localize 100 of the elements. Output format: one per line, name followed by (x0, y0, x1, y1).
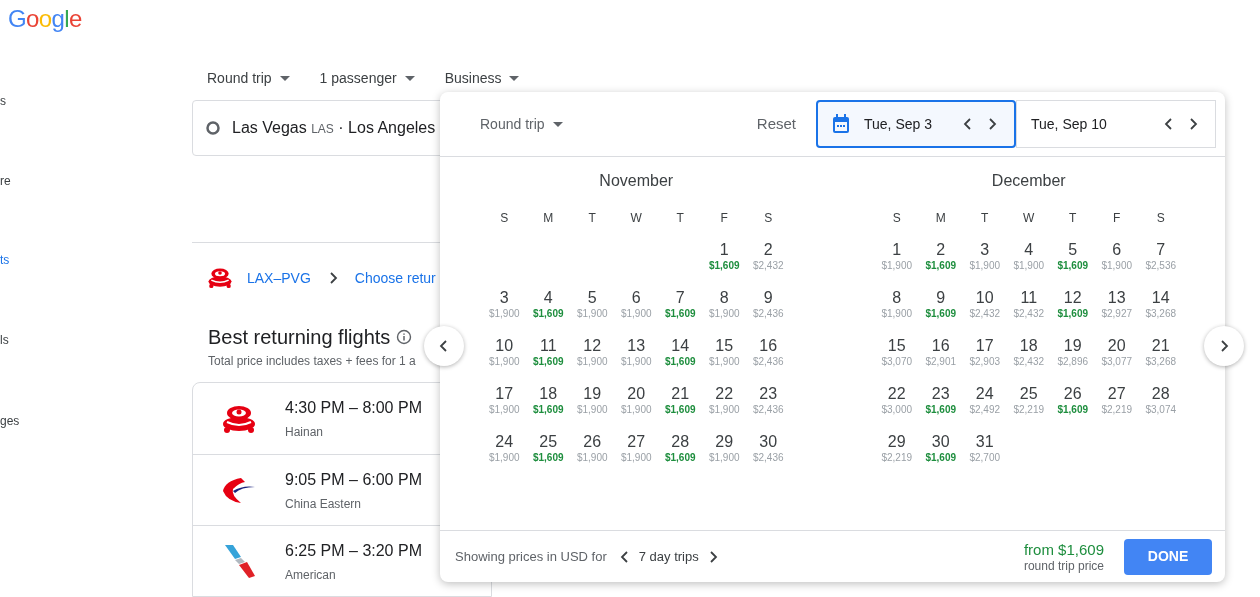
calendar-day[interactable]: 20 $1,900 (614, 379, 659, 427)
calendar-day[interactable]: 29 $2,219 (874, 427, 919, 475)
weekday-label: M (934, 210, 947, 227)
calendar-day[interactable]: 6 $1,900 (1094, 235, 1139, 283)
calendar-day[interactable]: 5 $1,900 (570, 283, 615, 331)
calendar-day[interactable]: 3 $1,900 (962, 235, 1007, 283)
dropdown-caret-icon (509, 76, 520, 81)
dropdown-caret-icon (279, 76, 290, 81)
calendar-day[interactable]: 23 $1,609 (918, 379, 963, 427)
calendar-day[interactable]: 31 $2,700 (962, 427, 1007, 475)
calendar-day[interactable]: 13 $2,927 (1094, 283, 1139, 331)
flight-times: 9:05 PM – 6:00 PM (285, 469, 422, 490)
calendar-day[interactable]: 15 $3,070 (874, 331, 919, 379)
calendar-day[interactable]: 11 $2,432 (1006, 283, 1051, 331)
calendar-day[interactable]: 10 $2,432 (962, 283, 1007, 331)
calendar-day[interactable]: 26 $1,900 (570, 427, 615, 475)
calendar-day[interactable]: 22 $1,900 (702, 379, 747, 427)
calendar-day[interactable]: 12 $1,900 (570, 331, 615, 379)
calendar-day[interactable]: 16 $2,436 (746, 331, 791, 379)
calendar-day[interactable]: 21 $1,609 (658, 379, 703, 427)
calendar-day[interactable]: 2 $1,609 (918, 235, 963, 283)
calendar-day[interactable]: 14 $1,609 (658, 331, 703, 379)
calendar-day[interactable]: 7 $1,609 (658, 283, 703, 331)
breadcrumb-link[interactable]: LAX–PVG (247, 267, 311, 289)
calendar-day[interactable]: 17 $2,903 (962, 331, 1007, 379)
weekday-label: S (499, 210, 510, 227)
calendar-day[interactable]: 25 $2,219 (1006, 379, 1051, 427)
weekday-label: T (587, 210, 597, 227)
sidebar-item[interactable]: ls (0, 331, 9, 349)
weekday-label: T (675, 210, 685, 227)
calendar-day[interactable]: 18 $1,609 (526, 379, 571, 427)
calendar-day[interactable]: 4 $1,900 (1006, 235, 1051, 283)
sidebar-item[interactable]: ts (0, 251, 10, 269)
calendar-day[interactable]: 3 $1,900 (482, 283, 527, 331)
calendar-day[interactable]: 17 $1,900 (482, 379, 527, 427)
calendar-day[interactable]: 2 $2,432 (746, 235, 791, 283)
calendar-day[interactable]: 9 $2,436 (746, 283, 791, 331)
sidebar-item[interactable]: re (0, 172, 11, 190)
calendar-day[interactable]: 23 $2,436 (746, 379, 791, 427)
weekday-label: T (1068, 210, 1078, 227)
dropdown-button[interactable]: Business (444, 68, 520, 89)
calendar-day[interactable]: 12 $1,609 (1050, 283, 1095, 331)
calendar-day[interactable]: 25 $1,609 (526, 427, 571, 475)
calendar-icon (832, 114, 850, 134)
from-price: from $1,609 (1023, 540, 1104, 559)
calendar-day[interactable]: 13 $1,900 (614, 331, 659, 379)
weekday-label: F (719, 210, 729, 227)
calendar-day[interactable]: 4 $1,609 (526, 283, 571, 331)
calendar-day[interactable]: 30 $1,609 (918, 427, 963, 475)
calendar-day[interactable]: 18 $2,432 (1006, 331, 1051, 379)
month-title: November (599, 171, 674, 191)
reset-button[interactable]: Reset (756, 112, 796, 136)
calendar-day[interactable]: 9 $1,609 (918, 283, 963, 331)
trip-length: 7 day trips (638, 547, 699, 566)
airline-logo-icon (207, 267, 233, 289)
google-logo[interactable]: Google (8, 1, 82, 37)
calendar-day[interactable]: 7 $2,536 (1138, 235, 1183, 283)
calendar-day[interactable]: 8 $1,900 (874, 283, 919, 331)
calendar-day[interactable]: 29 $1,900 (702, 427, 747, 475)
calendar-day[interactable]: 28 $3,074 (1138, 379, 1183, 427)
dropdown-button[interactable]: Round trip (207, 68, 290, 89)
calendar-day[interactable]: 21 $3,268 (1138, 331, 1183, 379)
airline-logo-icon (221, 403, 257, 434)
calendar-day[interactable]: 11 $1,609 (526, 331, 571, 379)
calendar-day[interactable]: 27 $2,219 (1094, 379, 1139, 427)
date-field[interactable]: Tue, Sep 10 (1016, 100, 1216, 148)
calendar-day[interactable]: 26 $1,609 (1050, 379, 1095, 427)
airline-name: Hainan (285, 424, 325, 441)
date-value: Tue, Sep 10 (1031, 114, 1107, 134)
breadcrumb-link[interactable]: Choose retur (354, 267, 436, 289)
dropdown-button[interactable]: 1 passenger (319, 68, 415, 89)
info-icon[interactable] (396, 329, 413, 345)
calendar-day[interactable]: 27 $1,900 (614, 427, 659, 475)
weekday-label: T (980, 210, 990, 227)
calendar-day[interactable]: 20 $3,077 (1094, 331, 1139, 379)
calendar-day[interactable]: 8 $1,900 (702, 283, 747, 331)
airline-name: China Eastern (285, 495, 363, 513)
calendar-day[interactable]: 22 $3,000 (874, 379, 919, 427)
calendar-day[interactable]: 30 $2,436 (746, 427, 791, 475)
calendar-day[interactable]: 5 $1,609 (1050, 235, 1095, 283)
sidebar-item[interactable]: ges (0, 412, 20, 430)
calendar-day[interactable]: 16 $2,901 (918, 331, 963, 379)
done-button[interactable]: DONE (1124, 538, 1212, 575)
calendar-day[interactable]: 14 $3,268 (1138, 283, 1183, 331)
calendar-day[interactable]: 6 $1,900 (614, 283, 659, 331)
calendar-day[interactable]: 19 $1,900 (570, 379, 615, 427)
price-note: Total price includes taxes + fees for 1 a (208, 353, 416, 370)
flight-times: 4:30 PM – 8:00 PM (285, 398, 422, 418)
calendar-day[interactable]: 28 $1,609 (658, 427, 703, 475)
calendar-day[interactable]: 15 $1,900 (702, 331, 747, 379)
circle-icon (206, 121, 220, 135)
weekday-label: F (1112, 210, 1122, 227)
calendar-day[interactable]: 19 $2,896 (1050, 331, 1095, 379)
calendar-day[interactable]: 1 $1,900 (874, 235, 919, 283)
flight-times: 6:25 PM – 3:20 PM (285, 540, 422, 561)
calendar-day[interactable]: 24 $2,492 (962, 379, 1007, 427)
sidebar-item[interactable]: s (0, 92, 6, 110)
calendar-day[interactable]: 10 $1,900 (482, 331, 527, 379)
calendar-day[interactable]: 1 $1,609 (702, 235, 747, 283)
date-field[interactable]: Tue, Sep 3 (816, 100, 1016, 148)
